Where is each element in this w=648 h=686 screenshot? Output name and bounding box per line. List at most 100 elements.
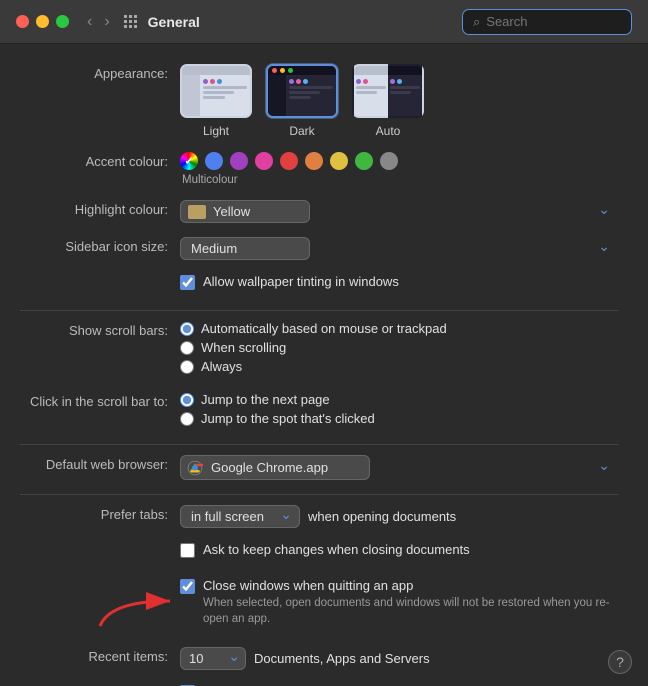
scroll-bars-auto-label: Automatically based on mouse or trackpad [201, 321, 447, 336]
grid-icon[interactable] [124, 15, 138, 29]
accent-orange[interactable] [305, 152, 323, 170]
highlight-colour-label: Highlight colour: [20, 200, 180, 217]
prefer-tabs-inline: in full screen always never when opening… [180, 505, 618, 528]
accent-graphite[interactable] [380, 152, 398, 170]
browser-select-wrapper[interactable]: Google Chrome.app Safari Firefox [180, 455, 618, 480]
maximize-button[interactable] [56, 15, 69, 28]
window-title: General [148, 14, 200, 30]
click-scroll-bar-options: Jump to the next page Jump to the spot t… [180, 392, 618, 430]
click-scroll-bar-label: Click in the scroll bar to: [20, 392, 180, 409]
scroll-bars-row: Show scroll bars: Automatically based on… [20, 321, 618, 378]
accent-red[interactable] [280, 152, 298, 170]
close-windows-label: Close windows when quitting an app [203, 578, 618, 593]
appearance-thumb-auto[interactable] [352, 64, 424, 118]
highlight-colour-select[interactable]: Yellow Blue Purple Pink Red Orange Green… [180, 200, 310, 223]
accent-colour-label: Accent colour: [20, 152, 180, 169]
search-icon: ⌕ [473, 14, 480, 30]
accent-yellow[interactable] [330, 152, 348, 170]
sidebar-icon-size-select-wrapper[interactable]: Small Medium Large [180, 237, 618, 260]
wallpaper-tinting-checkbox[interactable] [180, 275, 195, 290]
scroll-bars-auto-row: Automatically based on mouse or trackpad [180, 321, 618, 336]
appearance-thumb-dark[interactable] [266, 64, 338, 118]
help-button[interactable]: ? [608, 650, 632, 674]
prefer-tabs-suffix: when opening documents [308, 509, 456, 524]
highlight-colour-select-wrapper[interactable]: Yellow Blue Purple Pink Red Orange Green… [180, 200, 618, 223]
wallpaper-tinting-label: Allow wallpaper tinting in windows [203, 274, 399, 289]
default-web-browser-select[interactable]: Google Chrome.app Safari Firefox [180, 455, 370, 480]
nav-buttons: ‹ › [83, 11, 114, 33]
search-bar[interactable]: ⌕ [462, 9, 632, 35]
back-button[interactable]: ‹ [83, 11, 96, 33]
separator-1 [20, 310, 618, 311]
traffic-lights [16, 15, 69, 28]
appearance-option-auto[interactable]: Auto [352, 64, 424, 138]
ask-keep-changes-label: Ask to keep changes when closing documen… [203, 542, 470, 557]
accent-pink[interactable] [255, 152, 273, 170]
sidebar-icon-size-content: Small Medium Large [180, 237, 618, 260]
scroll-bars-scrolling-row: When scrolling [180, 340, 618, 355]
close-windows-checkbox-row: Close windows when quitting an app When … [180, 578, 618, 627]
ask-keep-changes-checkbox[interactable] [180, 543, 195, 558]
search-input[interactable] [486, 14, 606, 29]
appearance-label: Appearance: [20, 64, 180, 81]
titlebar: ‹ › General ⌕ [0, 0, 648, 44]
scroll-bars-always-radio[interactable] [180, 360, 194, 374]
appearance-option-dark[interactable]: Dark [266, 64, 338, 138]
accent-multicolour[interactable] [180, 152, 198, 170]
recent-items-stepper-wrapper[interactable]: 5 10 15 20 30 50 None [180, 647, 246, 670]
appearance-label-auto: Auto [376, 124, 401, 138]
close-button[interactable] [16, 15, 29, 28]
prefer-tabs-select[interactable]: in full screen always never [180, 505, 300, 528]
wallpaper-tinting-row: Allow wallpaper tinting in windows [20, 274, 618, 296]
appearance-options: Light [180, 64, 618, 138]
appearance-option-light[interactable]: Light [180, 64, 252, 138]
sidebar-icon-size-label: Sidebar icon size: [20, 237, 180, 254]
accent-green[interactable] [355, 152, 373, 170]
scroll-bars-options: Automatically based on mouse or trackpad… [180, 321, 618, 378]
accent-colour-sublabel: Multicolour [182, 174, 618, 186]
accent-blue[interactable] [205, 152, 223, 170]
default-web-browser-label: Default web browser: [20, 455, 180, 472]
recent-items-row: Recent items: 5 10 15 20 30 50 None [20, 647, 618, 670]
click-scroll-bar-row: Click in the scroll bar to: Jump to the … [20, 392, 618, 430]
accent-colour-options [180, 152, 618, 170]
accent-colour-row: Accent colour: Multicolour [20, 152, 618, 186]
forward-button[interactable]: › [100, 11, 113, 33]
scroll-bars-always-row: Always [180, 359, 618, 374]
default-web-browser-row: Default web browser: Google Chrome.app [20, 455, 618, 480]
scroll-bars-scrolling-radio[interactable] [180, 341, 194, 355]
accent-colour-content: Multicolour [180, 152, 618, 186]
sidebar-icon-size-row: Sidebar icon size: Small Medium Large [20, 237, 618, 260]
prefer-tabs-row: Prefer tabs: in full screen always never… [20, 505, 618, 528]
scroll-bars-scrolling-label: When scrolling [201, 340, 286, 355]
wallpaper-tinting-checkbox-row: Allow wallpaper tinting in windows [180, 274, 618, 290]
click-next-page-radio[interactable] [180, 393, 194, 407]
scroll-bars-auto-radio[interactable] [180, 322, 194, 336]
prefer-tabs-select-wrapper[interactable]: in full screen always never [180, 505, 300, 528]
default-web-browser-content: Google Chrome.app Safari Firefox [180, 455, 618, 480]
minimize-button[interactable] [36, 15, 49, 28]
accent-purple[interactable] [230, 152, 248, 170]
ask-keep-changes-row: Ask to keep changes when closing documen… [20, 542, 618, 564]
click-next-page-row: Jump to the next page [180, 392, 618, 407]
highlight-colour-row: Highlight colour: Yellow Blue Purple Pin… [20, 200, 618, 223]
ask-keep-changes-checkbox-row: Ask to keep changes when closing documen… [180, 542, 618, 558]
click-next-page-label: Jump to the next page [201, 392, 330, 407]
close-windows-checkbox[interactable] [180, 579, 195, 594]
appearance-thumb-light[interactable] [180, 64, 252, 118]
highlight-colour-content: Yellow Blue Purple Pink Red Orange Green… [180, 200, 618, 223]
recent-items-label: Recent items: [20, 647, 180, 664]
recent-items-suffix: Documents, Apps and Servers [254, 651, 430, 666]
separator-2 [20, 444, 618, 445]
click-spot-label: Jump to the spot that's clicked [201, 411, 375, 426]
prefer-tabs-content: in full screen always never when opening… [180, 505, 618, 528]
recent-items-content: 5 10 15 20 30 50 None Documents, Apps an… [180, 647, 618, 670]
sidebar-icon-size-select[interactable]: Small Medium Large [180, 237, 310, 260]
close-windows-sublabel: When selected, open documents and window… [203, 595, 618, 627]
recent-items-select[interactable]: 5 10 15 20 30 50 None [180, 647, 246, 670]
appearance-label-light: Light [203, 124, 229, 138]
click-spot-radio[interactable] [180, 412, 194, 426]
close-windows-row: Close windows when quitting an app When … [20, 578, 618, 633]
separator-3 [20, 494, 618, 495]
appearance-row: Appearance: [20, 64, 618, 138]
